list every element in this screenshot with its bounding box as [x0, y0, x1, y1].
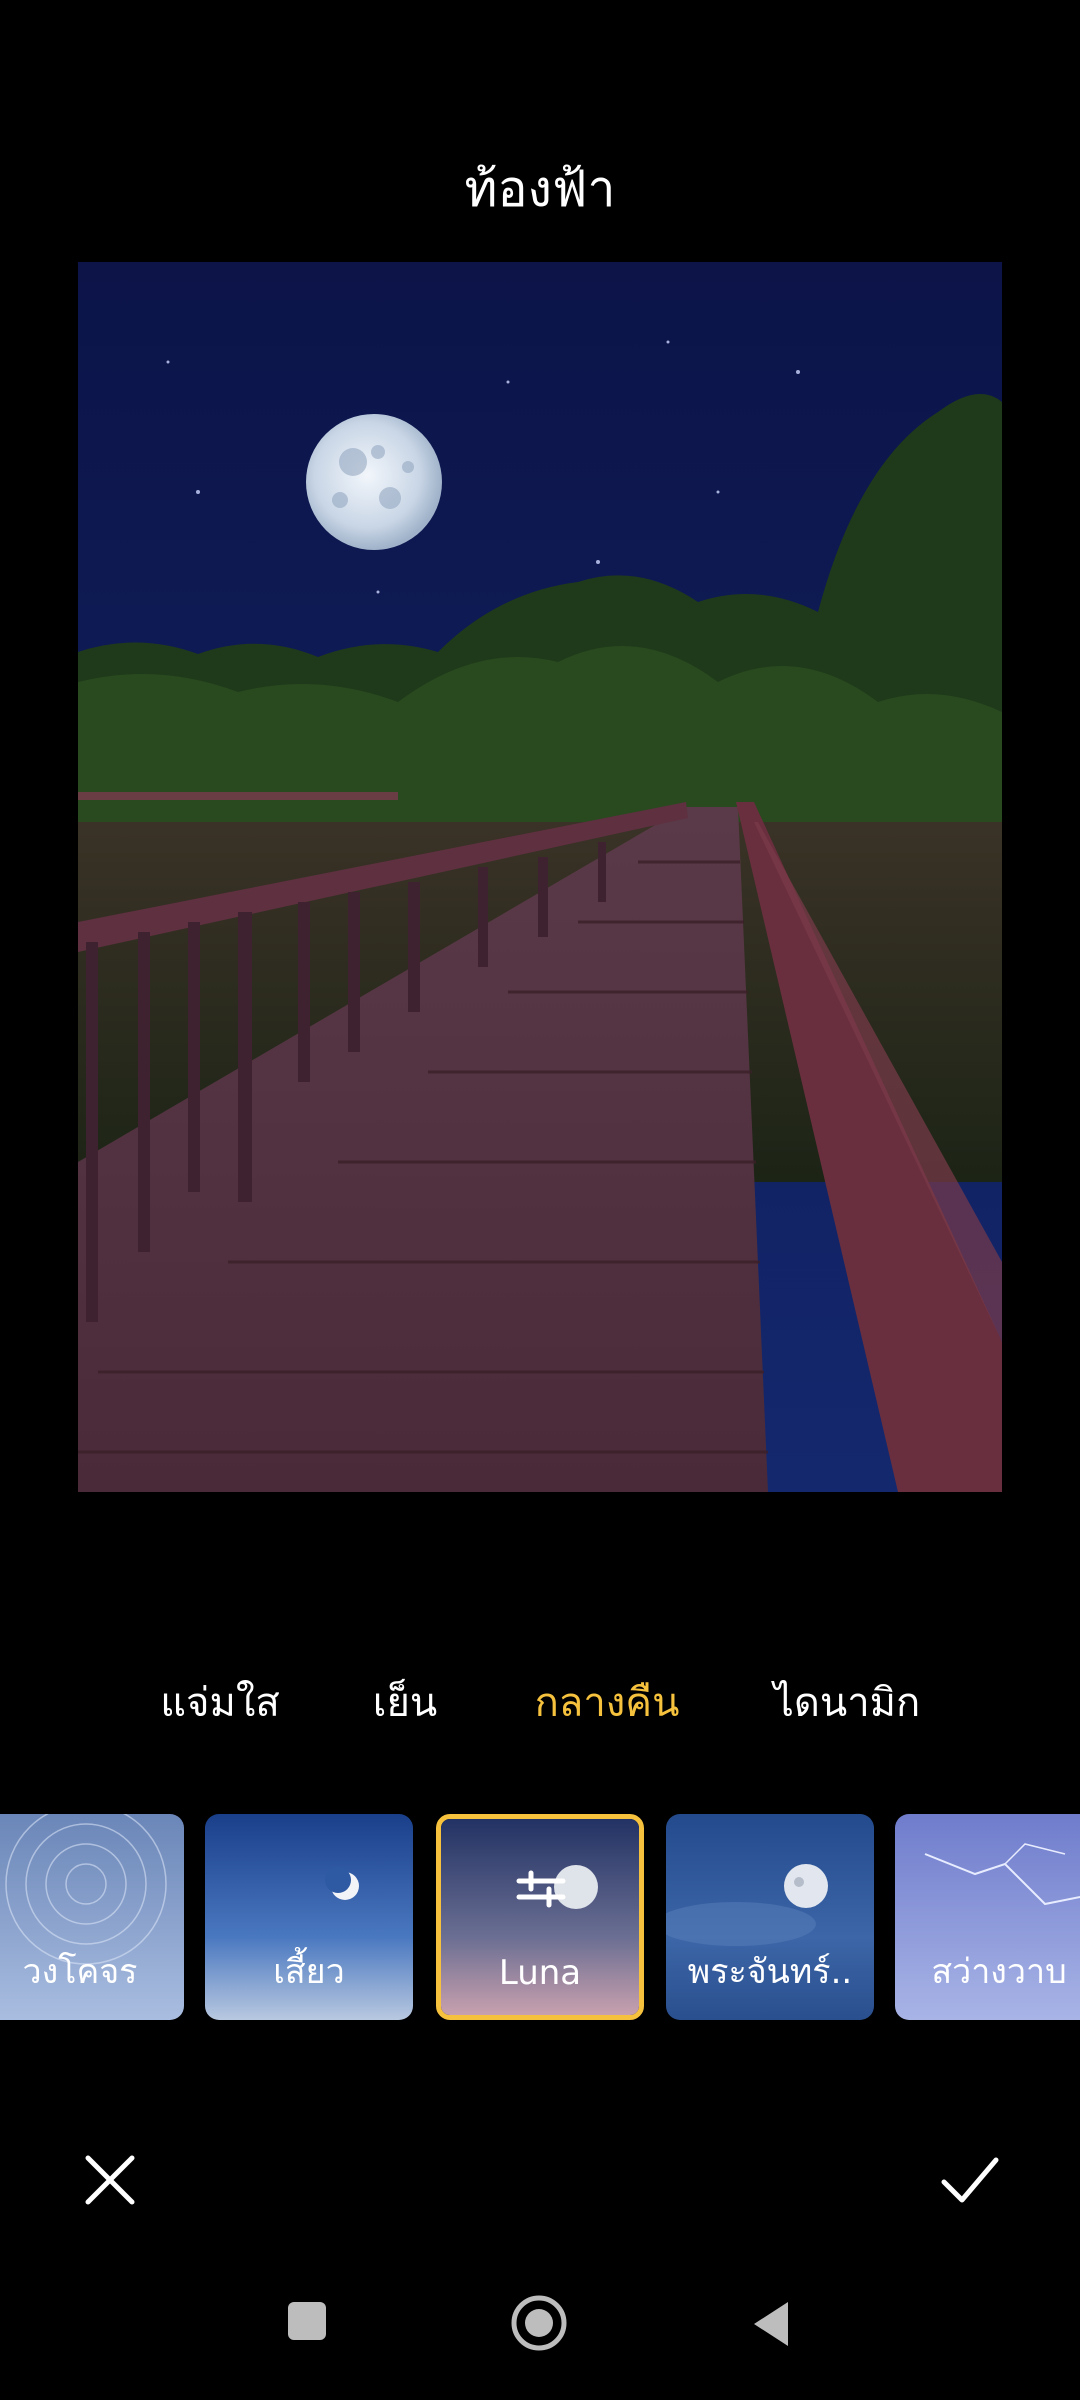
cancel-button[interactable] [78, 2148, 142, 2212]
confirm-button[interactable] [938, 2148, 1002, 2212]
preset-crescent[interactable]: เสี้ยว [205, 1814, 413, 2020]
tab-dynamic[interactable]: ไดนามิก [774, 1670, 920, 1734]
page-title: ท้องฟ้า [464, 160, 616, 218]
preset-label: วงโคจร [22, 1952, 138, 1992]
square-icon[interactable] [286, 2300, 328, 2342]
triangle-back-icon[interactable] [750, 2300, 792, 2348]
tab-cool[interactable]: เย็น [373, 1670, 437, 1734]
preset-label: สว่างวาบ [931, 1952, 1067, 1992]
preset-label: พระจันทร์.. [687, 1952, 853, 1992]
preset-luna[interactable]: Luna [436, 1814, 644, 2020]
tab-clear[interactable]: แจ่มใส [160, 1670, 280, 1734]
preset-label: Luna [498, 1953, 582, 1993]
close-icon [85, 2155, 135, 2205]
sky-preset-list: วงโคจร เสี้ยว Luna พระจันทร์.. สว่างวาบ [0, 1812, 1080, 2024]
circle-icon[interactable] [510, 2294, 568, 2352]
preset-label: เสี้ยว [273, 1952, 345, 1992]
edited-photo-preview [78, 262, 1002, 1492]
sky-style-tabs: แจ่มใส เย็น กลางคืน ไดนามิก [0, 1670, 1080, 1730]
check-icon [941, 2157, 999, 2203]
preset-lightning[interactable]: สว่างวาบ [895, 1814, 1080, 2020]
system-navigation-bar [0, 2290, 1080, 2370]
preset-star-trails[interactable]: วงโคจร [0, 1814, 184, 2020]
preset-full-moon[interactable]: พระจันทร์.. [666, 1814, 874, 2020]
adjust-sliders-icon [516, 1870, 566, 1908]
tab-night[interactable]: กลางคืน [535, 1670, 680, 1734]
